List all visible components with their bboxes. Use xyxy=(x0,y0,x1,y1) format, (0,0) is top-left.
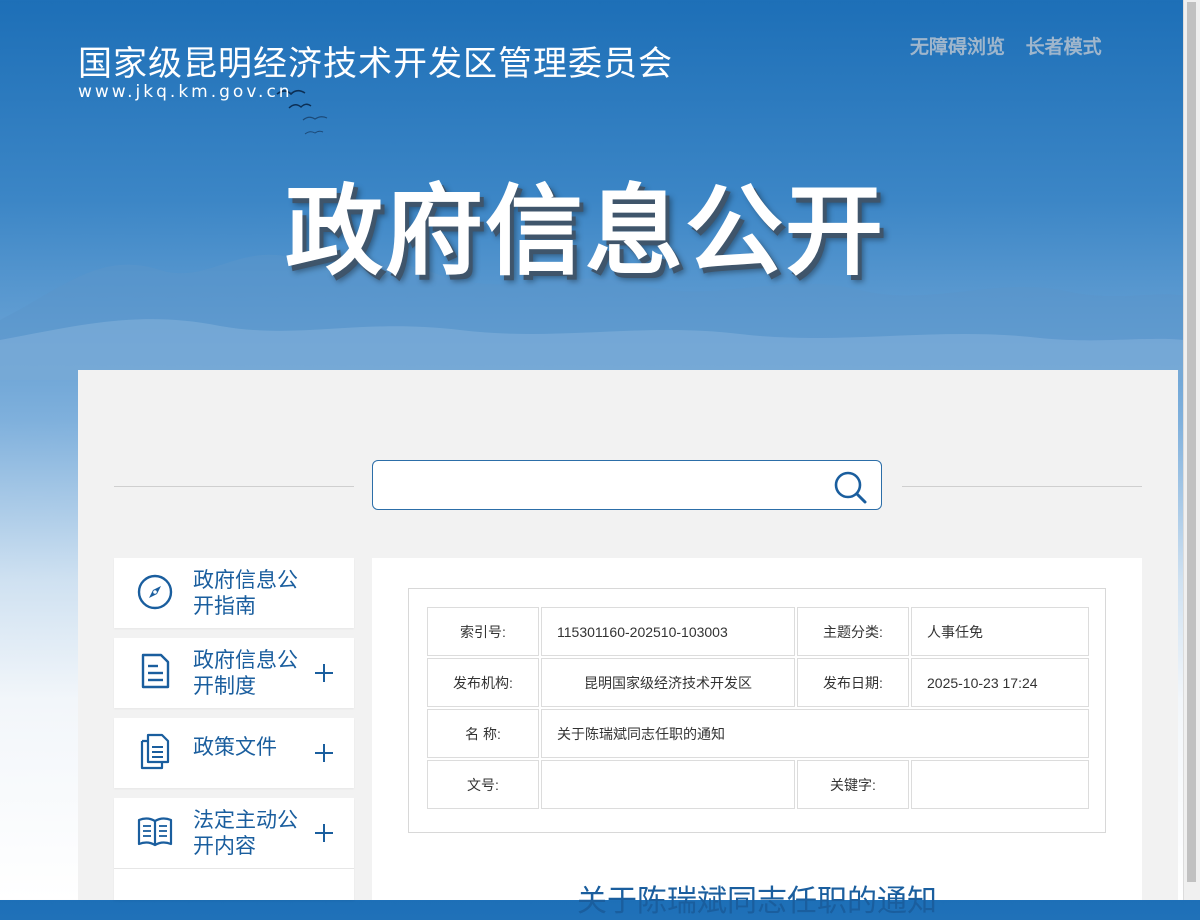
keywords-label: 关键字: xyxy=(797,760,909,809)
content-area: 索引号: 115301160-202510-103003 主题分类: 人事任免 … xyxy=(372,558,1142,919)
sidebar-divider xyxy=(114,868,354,869)
table-row: 名 称: 关于陈瑞斌同志任职的通知 xyxy=(427,709,1089,758)
index-value: 115301160-202510-103003 xyxy=(541,607,795,656)
files-icon xyxy=(140,733,170,770)
index-label: 索引号: xyxy=(427,607,539,656)
hero-title: 政府信息公开 xyxy=(285,175,886,289)
sidebar-item-label: 政府信息公开指南 xyxy=(193,568,298,618)
date-value: 2025-10-23 17:24 xyxy=(911,658,1089,707)
sidebar-item-label: 政府信息公开制度 xyxy=(193,648,298,698)
plus-icon[interactable] xyxy=(314,823,334,843)
name-label: 名 称: xyxy=(427,709,539,758)
search-input[interactable] xyxy=(383,469,817,503)
sidebar-item-label: 法定主动公开内容 xyxy=(193,808,298,858)
site-url: www.jkq.km.gov.cn xyxy=(78,82,293,102)
search-icon[interactable] xyxy=(833,470,867,504)
sidebar-item-guide[interactable]: 政府信息公开指南 xyxy=(114,558,354,628)
article-title: 关于陈瑞斌同志任职的通知 xyxy=(577,884,937,919)
publisher-label: 发布机构: xyxy=(427,658,539,707)
sidebar-item-label: 政策文件 xyxy=(193,735,277,759)
search-divider-left xyxy=(114,486,354,487)
compass-icon xyxy=(137,574,173,610)
document-icon xyxy=(141,653,170,689)
sidebar-item-system[interactable]: 政府信息公开制度 xyxy=(114,638,354,708)
topic-value: 人事任免 xyxy=(911,607,1089,656)
metadata-box: 索引号: 115301160-202510-103003 主题分类: 人事任免 … xyxy=(408,588,1106,833)
top-links: 无障碍浏览 长者模式 xyxy=(910,32,1116,59)
elder-mode-link[interactable]: 长者模式 xyxy=(1026,36,1102,58)
scrollbar-thumb[interactable] xyxy=(1187,2,1196,882)
publisher-value: 昆明国家级经济技术开发区 xyxy=(541,658,795,707)
docno-value xyxy=(541,760,795,809)
plus-icon[interactable] xyxy=(314,743,334,763)
site-title: 国家级昆明经济技术开发区管理委员会 xyxy=(78,44,673,84)
sidebar-item-policy[interactable]: 政策文件 xyxy=(114,718,354,788)
topic-label: 主题分类: xyxy=(797,607,909,656)
plus-icon[interactable] xyxy=(314,663,334,683)
keywords-value xyxy=(911,760,1089,809)
table-row: 发布机构: 昆明国家级经济技术开发区 发布日期: 2025-10-23 17:2… xyxy=(427,658,1089,707)
search-divider-right xyxy=(902,486,1142,487)
date-label: 发布日期: xyxy=(797,658,909,707)
book-icon xyxy=(137,817,173,847)
accessibility-link[interactable]: 无障碍浏览 xyxy=(910,36,1005,58)
table-row: 索引号: 115301160-202510-103003 主题分类: 人事任免 xyxy=(427,607,1089,656)
vertical-scrollbar[interactable] xyxy=(1183,0,1200,900)
docno-label: 文号: xyxy=(427,760,539,809)
sidebar-item-statutory[interactable]: 法定主动公开内容 xyxy=(114,798,354,900)
table-row: 文号: 关键字: xyxy=(427,760,1089,809)
main-panel: 政府信息公开指南 政府信息公开制度 政策文件 法定主动公开内容 索引号: 115… xyxy=(78,370,1178,919)
metadata-table: 索引号: 115301160-202510-103003 主题分类: 人事任免 … xyxy=(425,605,1091,811)
name-value: 关于陈瑞斌同志任职的通知 xyxy=(541,709,1089,758)
search-box xyxy=(372,460,882,510)
